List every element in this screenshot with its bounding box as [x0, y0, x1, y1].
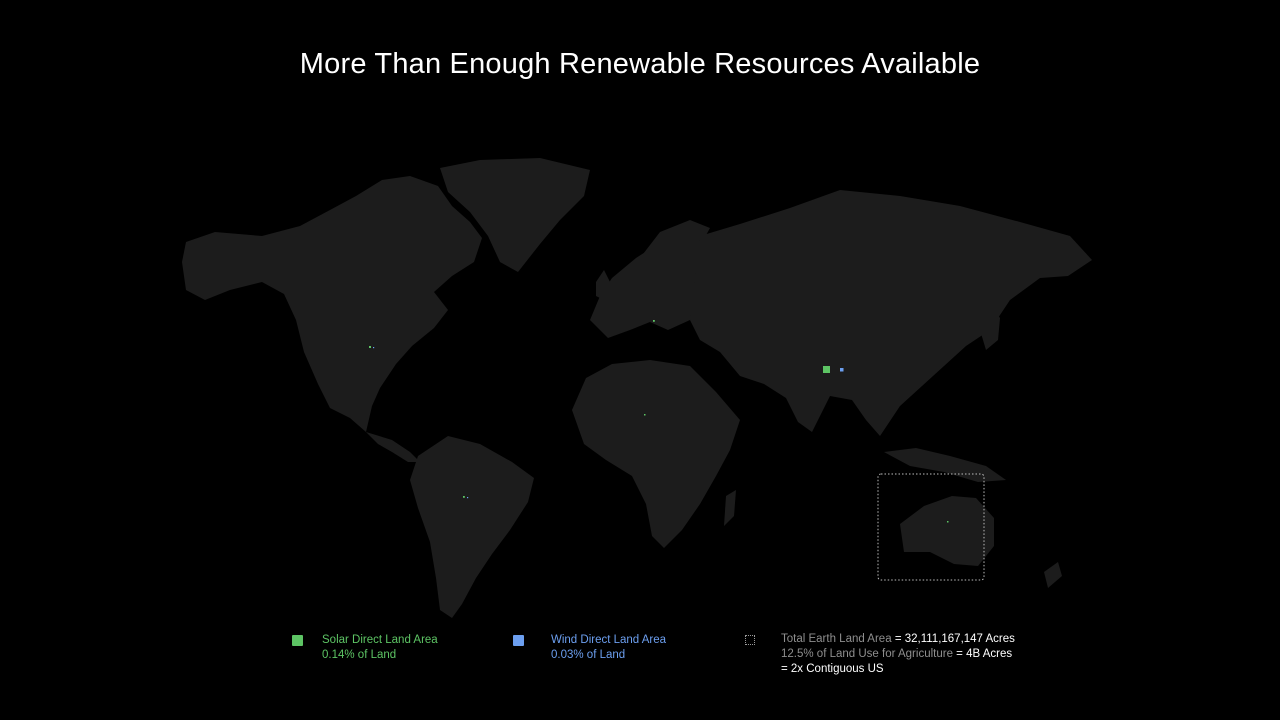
wind-area-marker: [840, 368, 844, 372]
solar-marker-africa: [644, 414, 646, 416]
australia: [900, 496, 994, 566]
legend-wind: Wind Direct Land Area 0.03% of Land: [513, 633, 713, 667]
continents: [182, 158, 1092, 618]
legend-solar: Solar Direct Land Area 0.14% of Land: [292, 633, 492, 667]
total-line-2: 12.5% of Land Use for Agriculture = 4B A…: [781, 647, 1012, 663]
se-asia-islands: [884, 448, 1006, 482]
solar-marker-australia: [947, 521, 949, 523]
solar-marker-south-america: [463, 496, 465, 498]
wind-marker-north-america: [373, 347, 375, 349]
solar-area-marker: [823, 366, 830, 373]
total-land-label: Total Earth Land Area: [781, 633, 892, 645]
solar-value: 0.14% of Land: [322, 649, 397, 661]
total-land-value: = 32,111,167,147 Acres: [894, 633, 1015, 645]
solar-swatch: [292, 635, 303, 646]
total-line-3: = 2x Contiguous US: [781, 662, 884, 678]
new-zealand: [1044, 562, 1062, 588]
legend-total: Total Earth Land Area = 32,111,167,147 A…: [745, 632, 1075, 680]
wind-label: Wind Direct Land Area: [551, 634, 667, 646]
contiguous-us-value: = 2x Contiguous US: [781, 663, 884, 675]
wind-swatch: [513, 635, 524, 646]
solar-label: Solar Direct Land Area: [322, 634, 438, 646]
wind-value: 0.03% of Land: [551, 649, 626, 661]
asia: [690, 190, 1092, 436]
south-america: [410, 436, 534, 618]
total-line-1: Total Earth Land Area = 32,111,167,147 A…: [781, 632, 1015, 648]
north-america: [182, 176, 482, 432]
total-swatch: [745, 635, 755, 645]
agriculture-label: 12.5% of Land Use for Agriculture: [781, 648, 953, 660]
agriculture-value: = 4B Acres: [956, 648, 1013, 660]
wind-marker-south-america: [467, 497, 469, 499]
africa: [572, 360, 740, 548]
solar-marker-north-america: [369, 346, 371, 348]
solar-marker-europe: [653, 320, 655, 322]
central-america: [366, 432, 420, 462]
world-map: [182, 158, 1092, 618]
madagascar: [724, 490, 736, 526]
